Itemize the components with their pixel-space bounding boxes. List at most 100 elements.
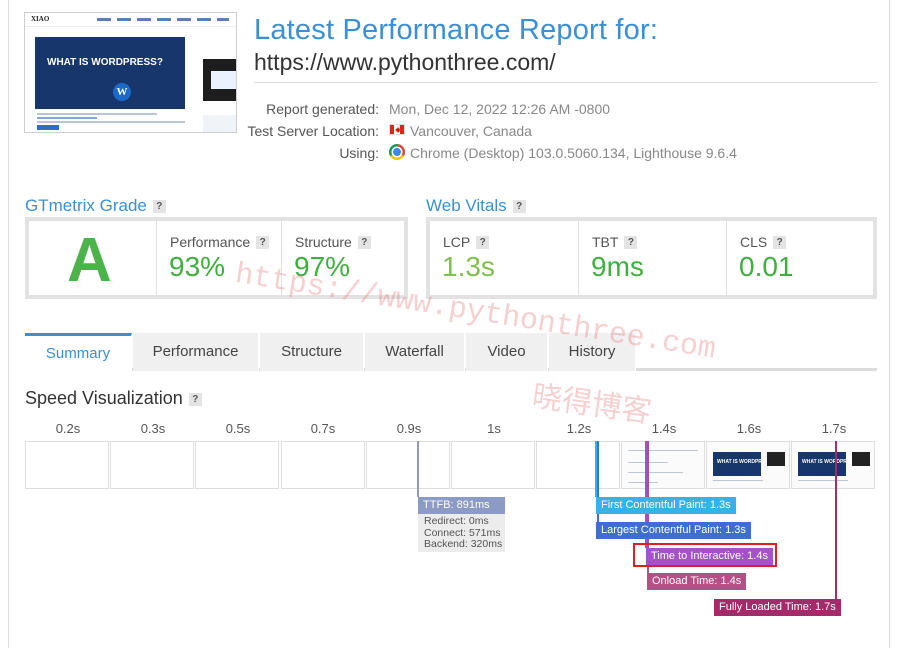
chrome-icon bbox=[389, 144, 405, 160]
tab-waterfall[interactable]: Waterfall bbox=[365, 333, 465, 371]
frame-text-line bbox=[798, 480, 848, 481]
tbt-label: TBT? bbox=[592, 234, 638, 250]
lcp-cell: LCP? 1.3s bbox=[430, 221, 578, 295]
onload-label: Onload Time: 1.4s bbox=[647, 573, 747, 590]
wordpress-logo-icon: W bbox=[113, 83, 131, 101]
test-location-label: Test Server Location: bbox=[247, 123, 379, 139]
help-icon[interactable]: ? bbox=[152, 200, 166, 213]
help-icon[interactable]: ? bbox=[188, 393, 202, 406]
timeline-tick: 1.2s bbox=[566, 421, 592, 436]
filmstrip-frame[interactable] bbox=[621, 441, 705, 489]
report-generated-label: Report generated: bbox=[266, 101, 379, 117]
frame-sidebar bbox=[767, 452, 785, 466]
tti-highlight-box bbox=[633, 543, 777, 567]
help-icon[interactable]: ? bbox=[476, 236, 490, 249]
timeline-tick: 0.7s bbox=[310, 421, 336, 436]
cls-label: CLS? bbox=[740, 234, 787, 250]
timeline-tick: 1.4s bbox=[651, 421, 677, 436]
report-title: Latest Performance Report for: bbox=[254, 14, 659, 46]
tbt-cell: TBT? 9ms bbox=[578, 221, 726, 295]
thumb-nav-links bbox=[97, 18, 229, 21]
frame-text-line bbox=[628, 482, 658, 483]
title-divider bbox=[254, 82, 877, 83]
ttfb-label: TTFB: 891ms bbox=[418, 497, 505, 514]
page-border-right bbox=[889, 0, 890, 648]
thumb-text-line bbox=[37, 113, 157, 115]
ttfb-backend: Backend: 320ms bbox=[424, 538, 503, 550]
help-icon[interactable]: ? bbox=[773, 236, 787, 249]
frame-hero-image: WHAT IS WORDPRESS? bbox=[798, 452, 860, 476]
web-vitals-title: Web Vitals? bbox=[426, 196, 526, 216]
help-icon[interactable]: ? bbox=[512, 200, 526, 213]
filmstrip-frame[interactable] bbox=[281, 441, 365, 489]
report-tabs: Summary Performance Structure Waterfall … bbox=[25, 333, 877, 374]
fully-loaded-label: Fully Loaded Time: 1.7s bbox=[714, 599, 841, 616]
filmstrip-frame[interactable] bbox=[536, 441, 620, 489]
tbt-value: 9ms bbox=[591, 251, 644, 282]
frame-hero-image: WHAT IS WORDPRESS? bbox=[713, 452, 775, 476]
help-icon[interactable]: ? bbox=[256, 236, 270, 249]
tab-history[interactable]: History bbox=[549, 333, 636, 371]
timeline-tick: 0.3s bbox=[140, 421, 166, 436]
filmstrip-frame[interactable] bbox=[110, 441, 194, 489]
page-border-left bbox=[8, 0, 9, 648]
thumb-nav: XIAO bbox=[25, 13, 236, 27]
performance-label: Performance? bbox=[170, 234, 270, 250]
web-vitals-title-text: Web Vitals bbox=[426, 196, 507, 215]
cls-label-text: CLS bbox=[740, 234, 768, 250]
tab-summary[interactable]: Summary bbox=[25, 333, 132, 374]
report-url[interactable]: https://www.pythonthree.com/ bbox=[254, 49, 556, 76]
structure-cell: Structure? 97% bbox=[281, 221, 404, 295]
thumb-text-line bbox=[37, 117, 97, 119]
structure-value: 97% bbox=[294, 251, 351, 282]
ttfb-breakdown: Redirect: 0ms Connect: 571ms Backend: 32… bbox=[418, 514, 505, 552]
filmstrip-frame[interactable] bbox=[366, 441, 450, 489]
fully-loaded-marker-line bbox=[835, 441, 837, 599]
frame-sidebar bbox=[852, 452, 870, 466]
performance-value: 93% bbox=[169, 251, 226, 282]
frame-text-line bbox=[628, 450, 698, 451]
filmstrip-frame[interactable] bbox=[25, 441, 109, 489]
ttfb-marker-line bbox=[417, 441, 419, 497]
lcp-timing-label: Largest Contentful Paint: 1.3s bbox=[596, 522, 751, 539]
ttfb-redirect: Redirect: 0ms bbox=[424, 515, 489, 527]
thumb-text-line bbox=[37, 121, 185, 123]
tbt-label-text: TBT bbox=[592, 234, 619, 250]
structure-label: Structure? bbox=[295, 234, 371, 250]
lcp-value: 1.3s bbox=[442, 251, 495, 282]
filmstrip-frame[interactable] bbox=[451, 441, 535, 489]
frame-text-line bbox=[713, 480, 763, 481]
filmstrip-frame[interactable]: WHAT IS WORDPRESS? bbox=[791, 441, 875, 489]
test-location-value: Vancouver, Canada bbox=[410, 123, 532, 139]
gtmetrix-grade-title-text: GTmetrix Grade bbox=[25, 196, 147, 215]
tab-performance[interactable]: Performance bbox=[133, 333, 259, 371]
help-icon[interactable]: ? bbox=[624, 236, 638, 249]
thumb-logo: XIAO bbox=[31, 15, 50, 23]
fcp-label: First Contentful Paint: 1.3s bbox=[596, 497, 736, 514]
thumb-sidebar-ad-inner bbox=[211, 71, 236, 89]
lcp-label-text: LCP bbox=[443, 234, 471, 250]
timeline-tick: 0.2s bbox=[55, 421, 81, 436]
help-icon[interactable]: ? bbox=[357, 236, 371, 249]
grade-letter: A bbox=[67, 226, 112, 295]
cls-cell: CLS? 0.01 bbox=[726, 221, 873, 295]
using-value: Chrome (Desktop) 103.0.5060.134, Lightho… bbox=[410, 145, 737, 161]
canada-flag-icon bbox=[389, 124, 405, 135]
structure-label-text: Structure bbox=[295, 234, 352, 250]
tab-structure[interactable]: Structure bbox=[260, 333, 364, 371]
report-generated-value: Mon, Dec 12, 2022 12:26 AM -0800 bbox=[389, 101, 611, 117]
thumb-hero-text: WHAT IS WORDPRESS? bbox=[47, 57, 163, 68]
performance-cell: Performance? 93% bbox=[156, 221, 281, 295]
gtmetrix-grade-card: A Performance? 93% Structure? 97% bbox=[25, 217, 408, 299]
thumb-button bbox=[37, 125, 59, 130]
tab-video[interactable]: Video bbox=[466, 333, 548, 371]
timeline-tick: 0.5s bbox=[225, 421, 251, 436]
performance-label-text: Performance bbox=[170, 234, 251, 250]
filmstrip-frame[interactable] bbox=[195, 441, 279, 489]
filmstrip-frame[interactable]: WHAT IS WORDPRESS? bbox=[706, 441, 790, 489]
thumb-hero-image bbox=[35, 37, 185, 109]
lcp-label: LCP? bbox=[443, 234, 490, 250]
timeline-tick: 0.9s bbox=[396, 421, 422, 436]
timeline-tick: 1.6s bbox=[736, 421, 762, 436]
web-vitals-card: LCP? 1.3s TBT? 9ms CLS? 0.01 bbox=[426, 217, 877, 299]
